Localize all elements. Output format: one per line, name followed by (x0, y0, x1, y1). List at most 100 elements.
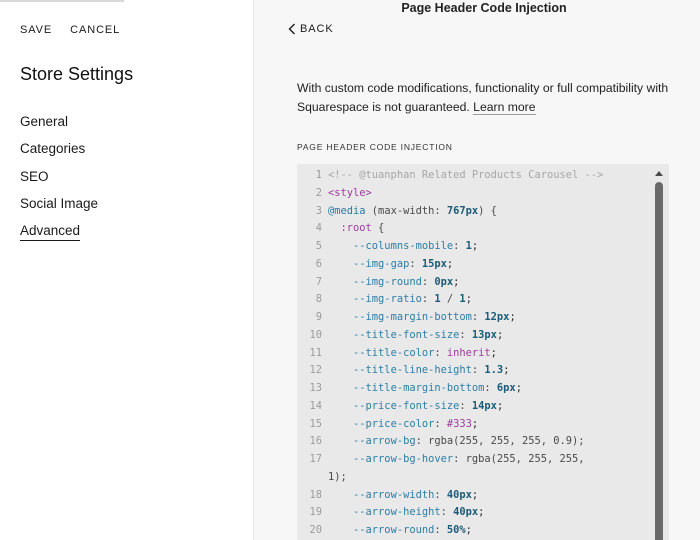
code-line: 13 --title-margin-bottom: 6px; (297, 380, 647, 398)
code-token: ; (496, 399, 504, 412)
code-text: --img-ratio: 1 / 1; (322, 291, 472, 309)
code-line: 6 --img-gap: 15px; (297, 256, 647, 274)
top-accent-bar (0, 0, 124, 2)
code-content[interactable]: 1 <!-- @tuanphan Related Products Carouse… (297, 167, 647, 540)
code-token: 14px (471, 399, 497, 412)
code-line: 14 --price-font-size: 14px; (297, 398, 647, 416)
code-token: 0px (434, 275, 454, 288)
code-text: --title-font-size: 13px; (322, 327, 503, 345)
code-token: ; (515, 382, 522, 394)
code-text: --img-round: 0px; (322, 274, 459, 292)
code-line: 18 --arrow-width: 40px; (297, 487, 647, 505)
code-text: --price-font-size: 14px; (322, 398, 503, 416)
code-text: --columns-mobile: 1; (322, 238, 478, 256)
cancel-button[interactable]: CANCEL (70, 24, 120, 36)
code-line: 8 --img-ratio: 1 / 1; (297, 291, 647, 309)
code-token: : (421, 275, 435, 288)
code-text: --arrow-bg: rgba(255, 255, 255, 0.9); (322, 433, 584, 451)
editor-scrollbar[interactable] (654, 164, 664, 540)
nav-item-categories[interactable]: Categories (20, 140, 98, 167)
code-token: 1.3 (484, 364, 504, 377)
nav-item-seo[interactable]: SEO (20, 168, 98, 195)
code-text: 1); (297, 469, 347, 487)
line-number: 3 (315, 204, 322, 217)
code-token: --price-font-size (353, 399, 460, 412)
back-button[interactable]: BACK (288, 23, 334, 35)
code-token: @media (328, 204, 366, 217)
code-text: --price-color: #333; (322, 416, 478, 434)
code-text: <style> (322, 185, 372, 203)
code-token: ; (465, 293, 472, 306)
line-number: 15 (309, 417, 322, 430)
code-line: 3 @media (max-width: 767px) { (297, 203, 647, 221)
scrollbar-thumb[interactable] (655, 182, 663, 540)
code-token: :root (340, 222, 372, 235)
code-token: ; (471, 240, 479, 252)
code-line: 15 --price-color: #333; (297, 416, 647, 434)
code-token: 6px (496, 382, 516, 394)
code-token: --columns-mobile (353, 240, 454, 252)
code-text: --arrow-bg-hover: rgba(255, 255, 255, (322, 451, 584, 469)
page-title: Page Header Code Injection (401, 1, 567, 15)
line-number: 2 (315, 186, 322, 199)
line-number: 1 (315, 169, 322, 181)
code-token: : (459, 328, 472, 341)
nav-item-advanced[interactable]: Advanced (20, 222, 98, 249)
code-line: 16 --arrow-bg: rgba(255, 255, 255, 0.9); (297, 433, 647, 451)
code-token: 40px (446, 488, 472, 501)
code-line: 1); (297, 469, 647, 487)
code-line: 19 --arrow-height: 40px; (297, 504, 647, 522)
code-line: 12 --title-line-height: 1.3; (297, 362, 647, 380)
code-token: : (434, 346, 447, 359)
code-token: --price-color (353, 417, 435, 430)
code-token: --arrow-bg-hover (353, 453, 454, 465)
code-editor[interactable]: 1 <!-- @tuanphan Related Products Carouse… (297, 164, 669, 540)
panel-actions: SAVE CANCEL (20, 24, 120, 36)
code-token: : (471, 364, 485, 377)
nav-item-social-image[interactable]: Social Image (20, 195, 98, 222)
line-number: 12 (309, 364, 322, 377)
code-token: / (440, 293, 460, 306)
code-text: :root { (322, 220, 385, 238)
code-text: --title-margin-bottom: 6px; (322, 380, 522, 398)
learn-more-link[interactable]: Learn more (473, 99, 536, 115)
code-token: 50% (446, 524, 466, 536)
code-text: --img-margin-bottom: 12px; (322, 309, 516, 327)
line-number: 17 (309, 453, 322, 465)
code-token: --arrow-round (353, 524, 435, 536)
save-button[interactable]: SAVE (20, 24, 52, 36)
nav-item-general[interactable]: General (20, 113, 98, 140)
code-line: 5 --columns-mobile: 1; (297, 238, 647, 256)
code-token: 40px (453, 506, 479, 519)
code-line: 4 :root { (297, 220, 647, 238)
code-token: --title-line-height (353, 364, 472, 377)
code-token: ; (478, 506, 485, 519)
scroll-up-arrow-icon[interactable] (655, 171, 663, 176)
code-line: 2 <style> (297, 185, 647, 203)
code-text: --title-line-height: 1.3; (322, 362, 509, 380)
line-number: 6 (315, 257, 322, 270)
code-token: : (484, 382, 497, 394)
line-number: 4 (315, 222, 322, 235)
settings-panel: SAVE CANCEL Store Settings General Categ… (0, 0, 254, 540)
code-token: #333 (446, 417, 472, 430)
nav-item-label: SEO (20, 168, 49, 184)
code-token: ; (465, 524, 472, 536)
line-number: 8 (315, 293, 322, 306)
line-number: 11 (309, 346, 322, 359)
section-label: PAGE HEADER CODE INJECTION (297, 142, 453, 152)
back-label: BACK (300, 23, 334, 35)
settings-nav: General Categories SEO Social Image Adva… (20, 113, 98, 249)
line-number: 16 (309, 435, 322, 448)
line-number: 13 (309, 382, 322, 394)
